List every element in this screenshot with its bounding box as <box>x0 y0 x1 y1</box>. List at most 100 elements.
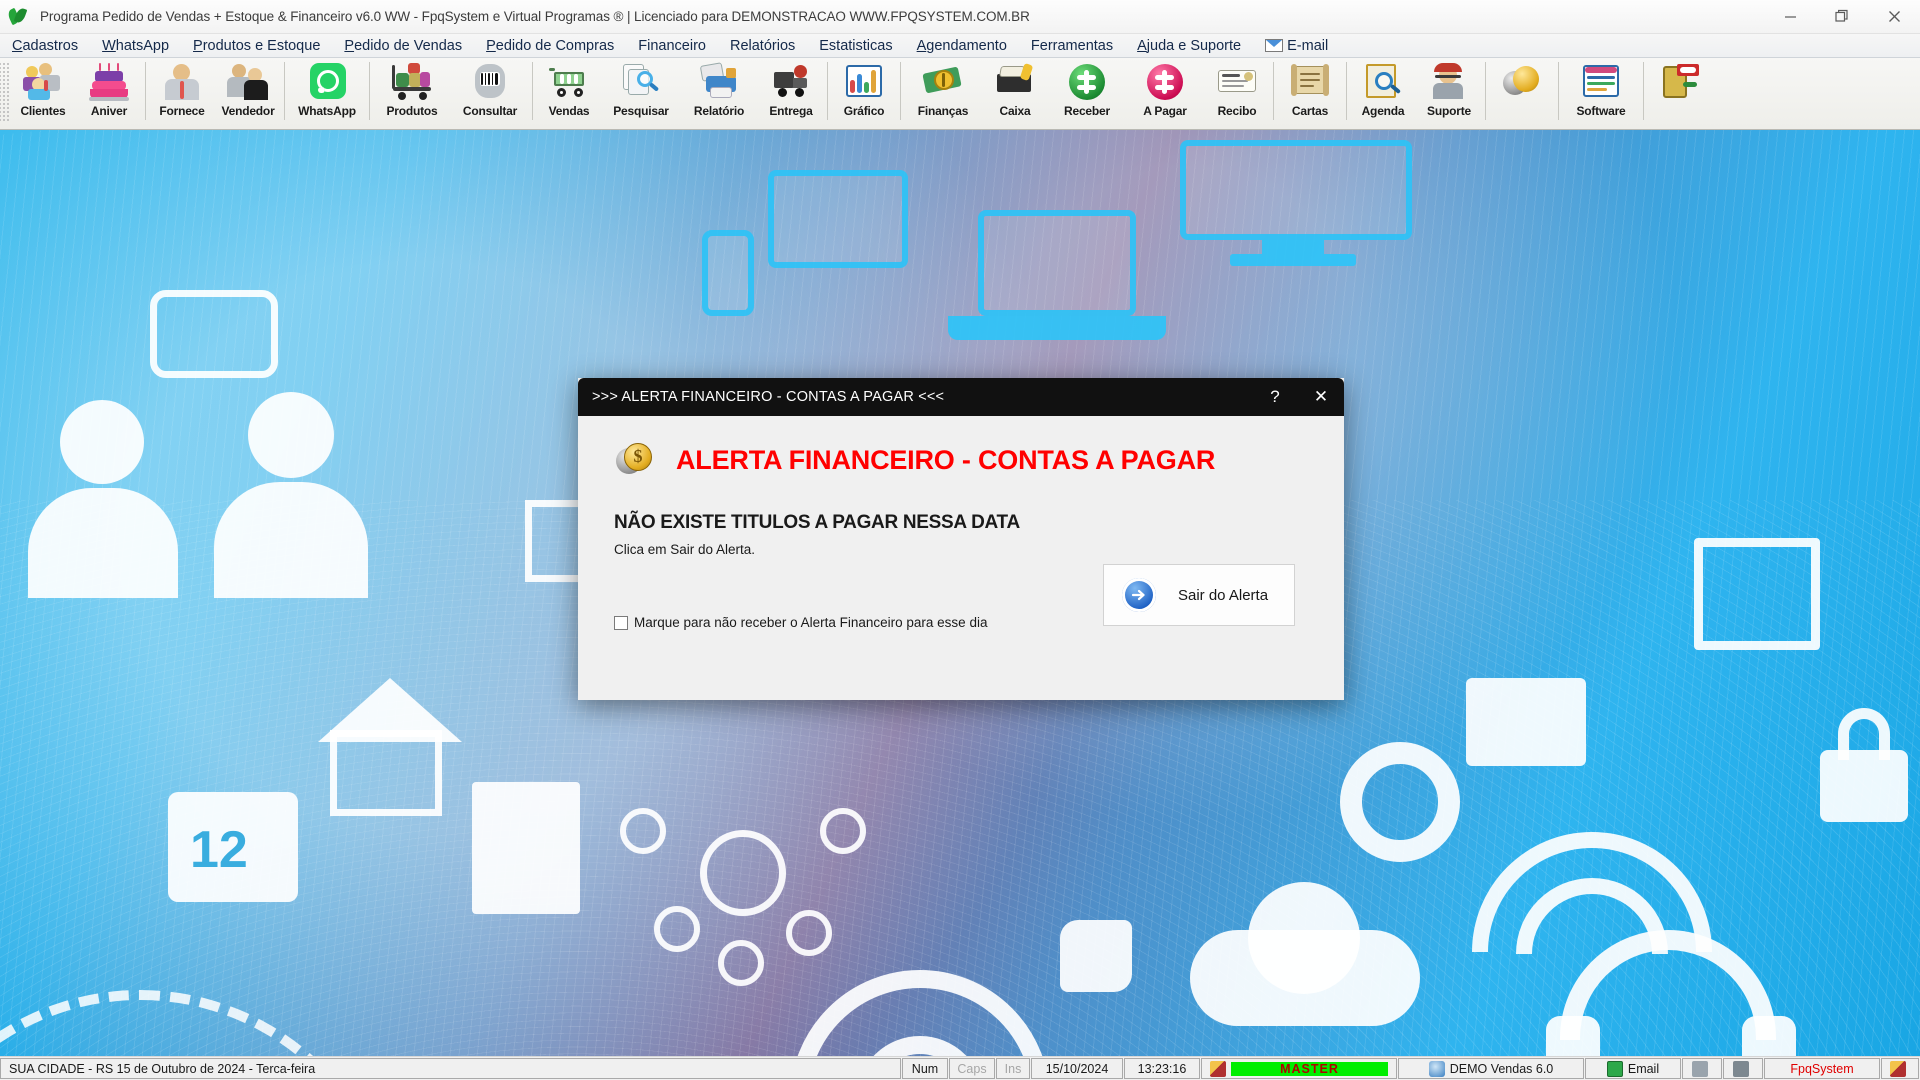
toolbar-label: Relatório <box>693 104 745 118</box>
toolbar-group-pessoas: Fornece Vendedor <box>149 58 281 130</box>
toolbar-button-pesquisar[interactable]: Pesquisar <box>602 58 680 126</box>
menu-item-whatsapp[interactable]: WhatsApp <box>90 34 181 58</box>
toolbar-button-consultar[interactable]: Consultar <box>451 58 529 126</box>
menubar: Cadastros WhatsApp Produtos e Estoque Pe… <box>0 34 1920 58</box>
menu-item-ajuda-suporte[interactable]: Ajuda e Suporte <box>1125 34 1253 58</box>
toolbar-button-suporte[interactable]: Suporte <box>1416 58 1482 126</box>
cash-register-icon <box>994 62 1036 102</box>
toolbar-button-whatsapp[interactable]: WhatsApp <box>288 58 366 126</box>
status-date: 15/10/2024 <box>1031 1058 1123 1079</box>
toolbar-button-a-pagar[interactable]: A Pagar <box>1126 58 1204 126</box>
window-titlebar: Programa Pedido de Vendas + Estoque & Fi… <box>0 0 1920 34</box>
status-printer-cell[interactable] <box>1682 1058 1722 1079</box>
toolbar-group-moedas <box>1489 58 1555 130</box>
maximize-icon[interactable] <box>1816 0 1868 34</box>
toolbar-label: Clientes <box>20 104 66 118</box>
toolbar-button-clientes[interactable]: Clientes <box>10 58 76 126</box>
headset-ear-right <box>1742 1016 1796 1056</box>
toolbar-separator <box>827 62 828 120</box>
status-master-badge: MASTER <box>1231 1061 1388 1076</box>
menu-item-estatisticas[interactable]: Estatisticas <box>807 34 904 58</box>
toolbar-button-fornece[interactable]: Fornece <box>149 58 215 126</box>
report-printer-icon <box>698 62 740 102</box>
coins-icon <box>1501 62 1543 102</box>
cloud-top-graphic <box>1248 882 1360 994</box>
toolbar-button-agenda[interactable]: Agenda <box>1350 58 1416 126</box>
menu-item-cadastros[interactable]: Cadastros <box>0 34 90 58</box>
menu-item-pedido-vendas[interactable]: Pedido de Vendas <box>332 34 474 58</box>
delivery-truck-icon <box>770 62 812 102</box>
leaf-icon <box>6 4 32 30</box>
network-node-1 <box>620 808 666 854</box>
toolbar-group-cadastros: Clientes Aniver <box>10 58 142 130</box>
status-master-cell: MASTER <box>1201 1058 1397 1079</box>
toolbar-label: WhatsApp <box>298 104 356 118</box>
toolbar-grip[interactable] <box>0 62 10 122</box>
toolbar-button-recibo[interactable]: Recibo <box>1204 58 1270 126</box>
toolbar-label: Receber <box>1064 104 1110 118</box>
status-email-cell[interactable]: Email <box>1585 1058 1681 1079</box>
toolbar-button-grafico[interactable]: Gráfico <box>831 58 897 126</box>
toolbar-button-software[interactable]: Software <box>1562 58 1640 126</box>
arrow-right-circle-icon <box>1122 578 1156 612</box>
toolbar-button-vendedor[interactable]: Vendedor <box>215 58 281 126</box>
toolbar-button-caixa[interactable]: Caixa <box>982 58 1048 126</box>
monitor-stand-graphic <box>1262 240 1324 254</box>
printer-icon <box>1691 1060 1708 1077</box>
suppress-alert-checkbox[interactable] <box>614 615 628 630</box>
pay-dollar-icon <box>1144 62 1186 102</box>
menu-item-ferramentas[interactable]: Ferramentas <box>1019 34 1125 58</box>
menu-item-pedido-compras[interactable]: Pedido de Compras <box>474 34 626 58</box>
briefcase-graphic <box>1466 678 1586 766</box>
agenda-search-icon <box>1362 62 1404 102</box>
toolbar-button-vendas[interactable]: Vendas <box>536 58 602 126</box>
dialog-checkbox-row[interactable]: Marque para não receber o Alerta Finance… <box>614 615 987 630</box>
status-caps: Caps <box>949 1058 995 1079</box>
toolbar-label: Produtos <box>386 104 438 118</box>
exit-alert-button[interactable]: Sair do Alerta <box>1103 564 1295 626</box>
dialog-title-text: >>> ALERTA FINANCEIRO - CONTAS A PAGAR <… <box>592 389 945 405</box>
toolbar-button-produtos[interactable]: Produtos <box>373 58 451 126</box>
help-icon[interactable]: ? <box>1252 378 1298 416</box>
toolbar-button-relatorio[interactable]: Relatório <box>680 58 758 126</box>
toolbar-label: Software <box>1576 104 1626 118</box>
toolbar-button-aniver[interactable]: Aniver <box>76 58 142 126</box>
toolbar-button-financas[interactable]: Finanças <box>904 58 982 126</box>
menu-item-agendamento[interactable]: Agendamento <box>905 34 1019 58</box>
toolbar-button-entrega[interactable]: Entrega <box>758 58 824 126</box>
mail-icon <box>1265 39 1284 52</box>
toolbar-separator <box>1643 62 1644 120</box>
monitor-graphic <box>1180 140 1412 240</box>
toolbar-button-receber[interactable]: Receber <box>1048 58 1126 126</box>
shopping-cart-icon <box>548 62 590 102</box>
minimize-icon[interactable] <box>1764 0 1816 34</box>
menu-item-relatorios[interactable]: Relatórios <box>718 34 807 58</box>
network-node-3 <box>654 906 700 952</box>
menu-item-email[interactable]: E-mail <box>1253 34 1340 58</box>
status-monitor-cell[interactable] <box>1723 1058 1763 1079</box>
status-email-label: Email <box>1627 1061 1660 1076</box>
status-profile-label: DEMO Vendas 6.0 <box>1449 1061 1554 1076</box>
toolbar-label: Agenda <box>1361 104 1405 118</box>
status-location-date: SUA CIDADE - RS 15 de Outubro de 2024 - … <box>0 1058 901 1079</box>
toolbar-label: Aniver <box>90 104 128 118</box>
toolbar-button-moedas[interactable] <box>1489 58 1555 126</box>
menu-item-financeiro[interactable]: Financeiro <box>626 34 718 58</box>
close-icon[interactable] <box>1868 0 1920 34</box>
finance-money-icon <box>922 62 964 102</box>
tablet-graphic <box>768 170 908 268</box>
menu-item-produtos-estoque[interactable]: Produtos e Estoque <box>181 34 332 58</box>
status-ins: Ins <box>996 1058 1030 1079</box>
status-tools-cell[interactable] <box>1881 1058 1919 1079</box>
toolbar-button-sair[interactable] <box>1647 58 1713 126</box>
email-pad-icon <box>1606 1060 1623 1077</box>
dialog-alert-heading: ALERTA FINANCEIRO - CONTAS A PAGAR <box>676 444 1216 475</box>
toolbar-group-vendas: Vendas Pesquisar Relatório Entrega <box>536 58 824 130</box>
toolbar-button-cartas[interactable]: Cartas <box>1277 58 1343 126</box>
close-icon[interactable]: ✕ <box>1298 378 1344 416</box>
toolbar-label: Caixa <box>999 104 1031 118</box>
salesperson-icon <box>227 62 269 102</box>
toolbar-separator <box>1273 62 1274 120</box>
status-num: Num <box>902 1058 948 1079</box>
toolbar: Clientes Aniver Fornece Vendedor WhatsAp… <box>0 58 1920 130</box>
